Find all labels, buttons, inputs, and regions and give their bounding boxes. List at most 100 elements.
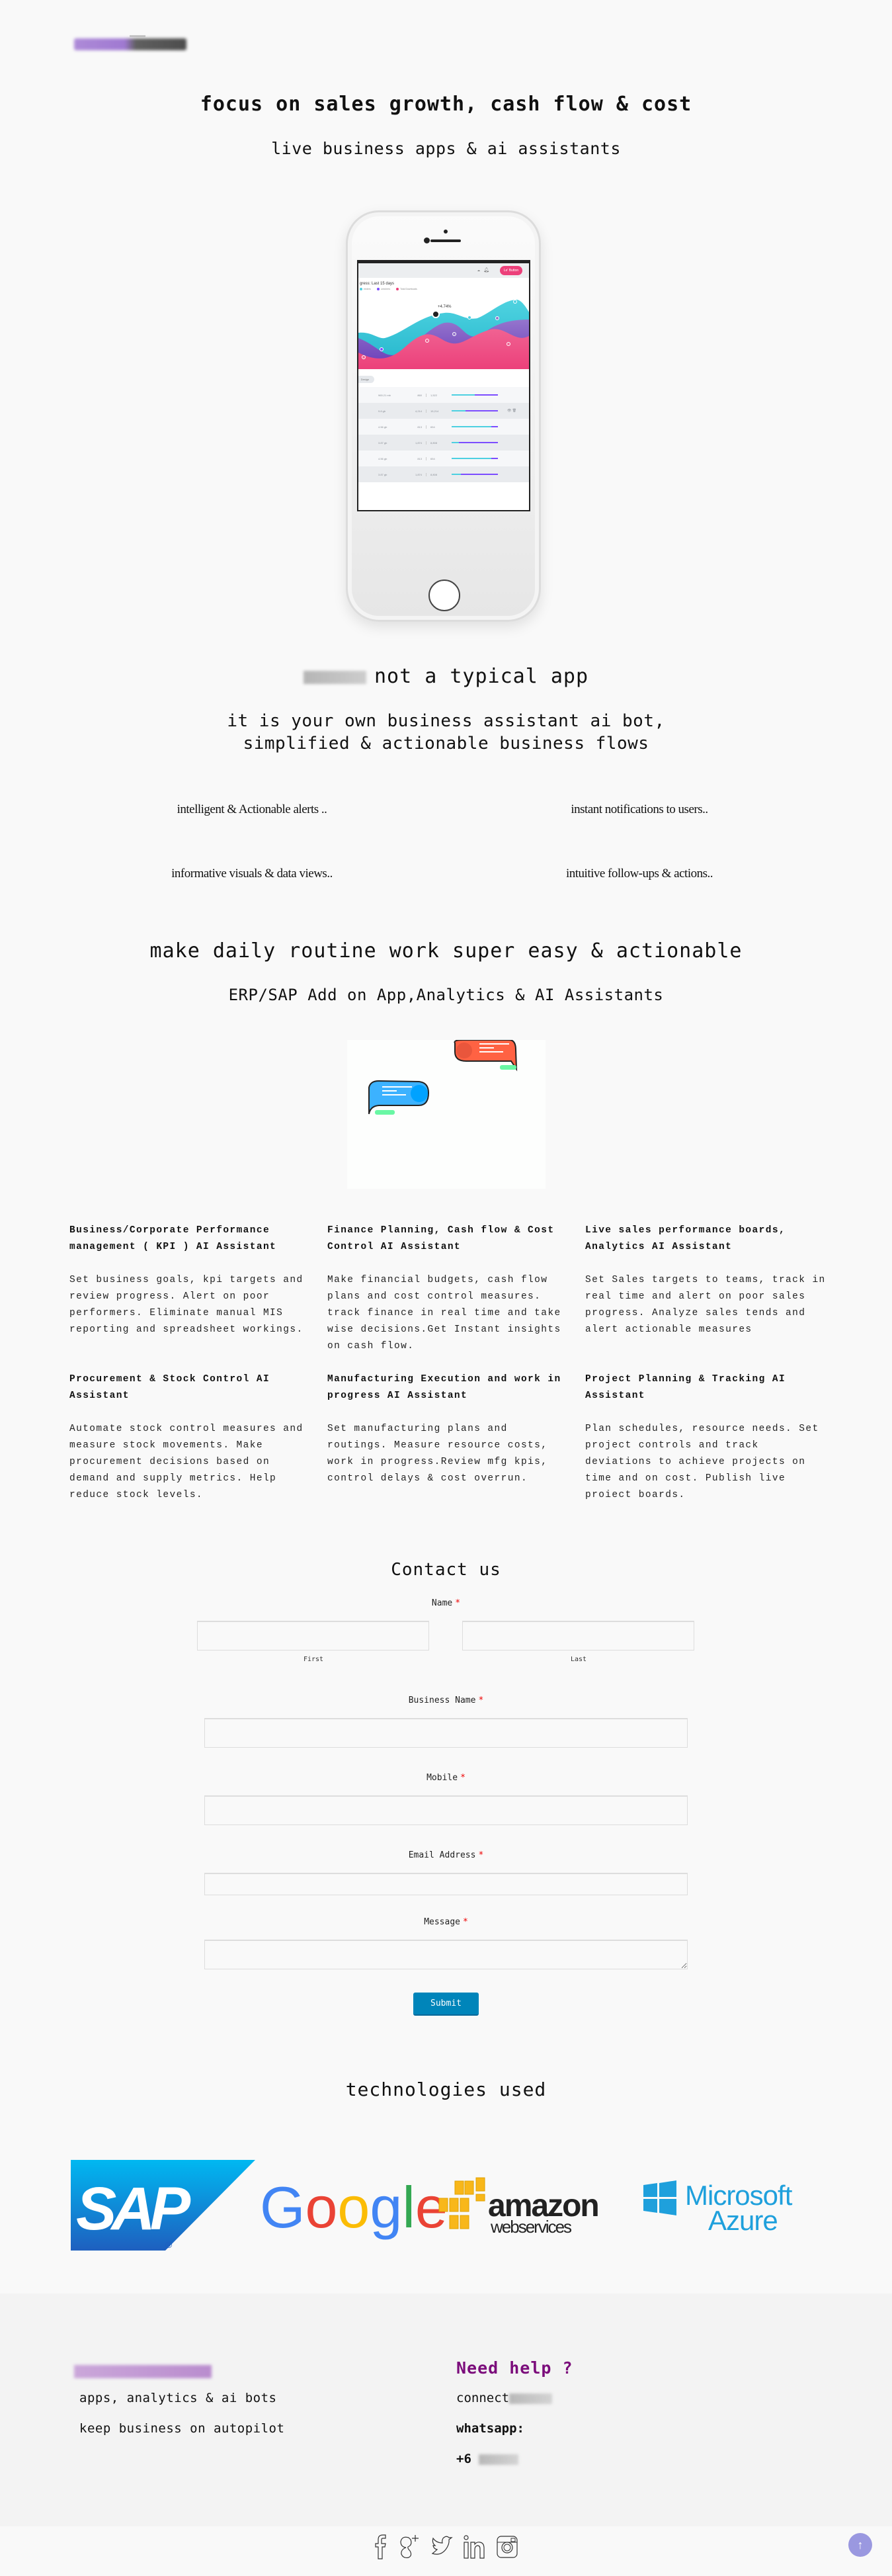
help-title: Need help ? — [456, 2358, 573, 2378]
ratio-bar-fill — [452, 474, 461, 476]
assistant-card: Business/Corporate Performance managemen… — [69, 1223, 314, 1338]
business-name-input[interactable] — [204, 1718, 688, 1748]
chart-point — [425, 339, 429, 343]
instagram-icon[interactable] — [495, 2534, 519, 2563]
google-logo: Google — [260, 2174, 448, 2240]
assistant-card: Project Planning & Tracking AI Assistant… — [585, 1371, 830, 1504]
feature-notifications: instant notifications to users.. — [571, 802, 708, 816]
technology-logos: SAP ® Google amazon webservices Microsof… — [71, 2160, 793, 2251]
hero-subtitle: live business apps & ai assistants — [271, 139, 621, 158]
feature-alerts: intelligent & Actionable alerts .. — [177, 802, 327, 816]
download-count: 654 — [430, 425, 435, 429]
footer: apps, analytics & ai bots keep business … — [0, 2294, 892, 2526]
twitter-icon[interactable] — [430, 2534, 454, 2563]
phone-speaker — [430, 239, 461, 242]
site-logo[interactable] — [74, 38, 186, 50]
seed-count: 4,214 — [408, 409, 426, 413]
phone-screen: ☁ 🔔︎ Le' Button gress: Last 15 days eede… — [357, 260, 530, 511]
ratio-bar — [452, 394, 498, 396]
chart-point — [467, 316, 471, 320]
download-count: 1,522 — [430, 393, 438, 397]
whatsapp-number[interactable]: +6 — [456, 2452, 519, 2466]
seed-count: 1,874 — [408, 472, 426, 476]
assistant-title: Live sales performance boards, Analytics… — [585, 1225, 786, 1252]
last-name-sublabel: Last — [570, 1656, 587, 1663]
hero-title: focus on sales growth, cash flow & cost — [200, 93, 692, 116]
ratio-bar-fill — [452, 426, 491, 428]
mobile-input[interactable] — [204, 1795, 688, 1825]
contact-title: Contact us — [391, 1560, 501, 1580]
assistant-description: Set manufacturing plans and routings. Me… — [327, 1424, 548, 1484]
legend-item: eeders — [360, 288, 371, 291]
phone-sensor — [444, 230, 448, 234]
back-to-top-button[interactable]: ↑ — [848, 2533, 872, 2557]
row-actions: 👁︎ 🗑︎ — [507, 409, 517, 413]
linkedin-icon[interactable] — [462, 2534, 486, 2563]
file-size: 965.21 mb — [378, 393, 391, 397]
assistant-card: Procurement & Stock Control AI Assistant… — [69, 1371, 314, 1504]
svg-text:Google: Google — [260, 2174, 448, 2240]
google-plus-icon[interactable] — [397, 2534, 421, 2563]
contact-email[interactable]: connect — [456, 2391, 553, 2405]
assistant-description: Automate stock control measures and meas… — [69, 1424, 304, 1500]
svg-text:®: ® — [165, 2239, 173, 2250]
section-title-daily: make daily routine work super easy & act… — [149, 939, 743, 963]
assistant-title: Project Planning & Tracking AI Assistant — [585, 1374, 786, 1401]
section-subtitle: it is your own business assistant ai bot… — [227, 711, 665, 753]
assistant-description: Plan schedules, resource needs. Set proj… — [585, 1424, 819, 1500]
ratio-bar-fill — [452, 458, 491, 460]
assistant-description: Set Sales targets to teams, track in rea… — [585, 1275, 826, 1335]
seed-count: 813 — [408, 425, 426, 429]
footer-tagline-1: apps, analytics & ai bots — [79, 2391, 277, 2405]
tag-chip: Design — [358, 376, 374, 384]
feature-visuals: informative visuals & data views.. — [171, 867, 333, 880]
app-header: ☁ 🔔︎ Le' Button — [358, 263, 529, 278]
chart-annotation: +4.74% — [438, 305, 452, 309]
download-count: 8,808 — [430, 472, 438, 476]
ratio-bar — [452, 410, 498, 412]
assistant-title: Business/Corporate Performance managemen… — [69, 1225, 277, 1252]
message-textarea[interactable] — [204, 1940, 688, 1969]
download-count: 15,214 — [430, 409, 439, 413]
ratio-bar — [452, 458, 498, 460]
chart-point — [513, 300, 517, 304]
table-row: 3.87 gb 1,874 8,808 — [358, 466, 529, 483]
phone-blurred — [479, 2454, 519, 2465]
chart-point — [452, 332, 456, 337]
chart-point — [495, 316, 499, 321]
assistant-card: Live sales performance boards, Analytics… — [585, 1223, 830, 1338]
facebook-icon[interactable] — [373, 2534, 387, 2563]
email-blurred — [509, 2393, 553, 2404]
assistant-description: Set business goals, kpi targets and revi… — [69, 1275, 304, 1335]
first-name-sublabel: First — [303, 1656, 324, 1663]
file-size: 3.87 gb — [378, 441, 387, 445]
whatsapp-label: whatsapp: — [456, 2421, 524, 2436]
seed-count: 813 — [408, 456, 426, 460]
chart-legend: eeders Leechers Total Downloads — [358, 286, 529, 291]
legend-item: Leechers — [376, 288, 390, 291]
ratio-bar-fill — [452, 394, 475, 396]
footer-logo[interactable] — [74, 2365, 212, 2378]
business-name-label: Business Name * — [408, 1696, 484, 1705]
first-name-input[interactable] — [197, 1621, 429, 1651]
assistant-title: Manufacturing Execution and work in prog… — [327, 1374, 561, 1401]
table-row: 4.56 gb 813 654 — [358, 419, 529, 435]
last-name-input[interactable] — [462, 1621, 694, 1651]
required-mark: * — [455, 1598, 461, 1608]
svg-text:Azure: Azure — [708, 2205, 778, 2236]
ratio-bar — [452, 474, 498, 476]
svg-text:SAP: SAP — [76, 2175, 191, 2243]
mobile-label: Mobile * — [426, 1773, 466, 1783]
section-subtitle-erp: ERP/SAP Add on App,Analytics & AI Assist… — [228, 986, 664, 1004]
email-input[interactable] — [204, 1873, 688, 1895]
ratio-bar — [452, 442, 498, 444]
aws-logo: amazon webservices — [438, 2177, 600, 2237]
area-chart: +4.74% — [358, 300, 529, 370]
submit-button[interactable]: Submit — [413, 1993, 479, 2016]
assistant-description: Make financial budgets, cash flow plans … — [327, 1275, 561, 1352]
feature-follow-ups: intuitive follow-ups & actions.. — [565, 867, 713, 880]
table-row: 965.21 mb 860 1,522 — [358, 387, 529, 404]
assistant-card: Manufacturing Execution and work in prog… — [327, 1371, 572, 1487]
file-size: 9.8 gb — [378, 409, 386, 413]
ratio-bar — [452, 426, 498, 428]
